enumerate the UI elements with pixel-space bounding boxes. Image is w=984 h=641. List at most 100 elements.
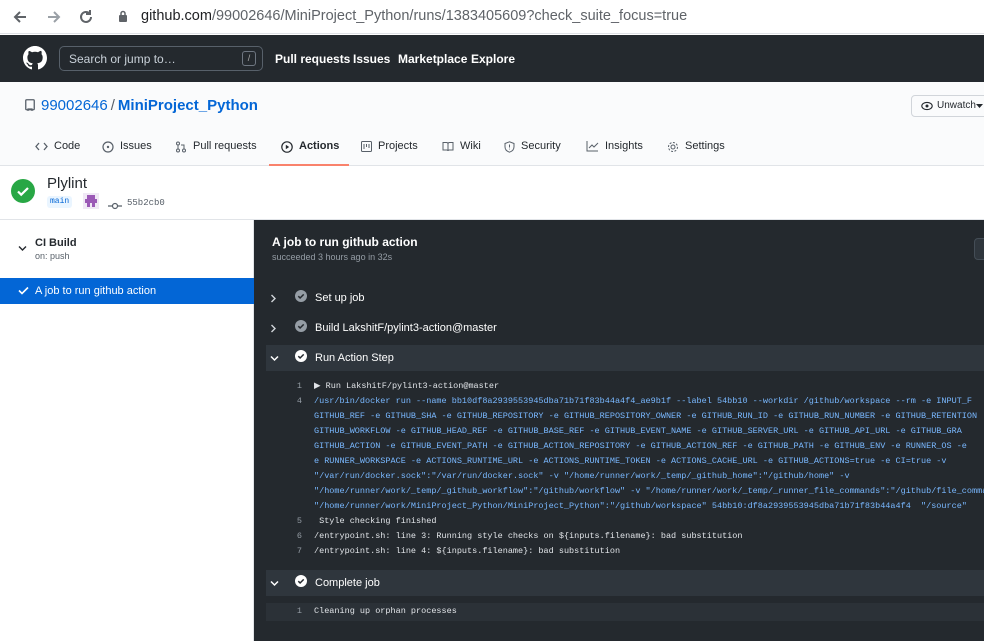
step-build[interactable]: Build LakshitF/pylint3-action@master — [266, 315, 984, 341]
url-host: github.com — [141, 8, 212, 24]
address-bar[interactable]: github.com/99002646/MiniProject_Python/r… — [141, 8, 687, 24]
graph-icon — [586, 141, 599, 152]
search-shortcut-key: / — [242, 51, 256, 66]
search-input[interactable]: Search or jump to… / — [59, 46, 263, 71]
forward-icon[interactable] — [42, 5, 66, 29]
play-icon — [281, 141, 293, 153]
tab-actions-label: Actions — [299, 140, 340, 152]
github-header: Search or jump to… / Pull requests Issue… — [0, 35, 984, 82]
tab-code-label: Code — [54, 140, 81, 152]
issue-icon — [102, 141, 114, 153]
tab-projects[interactable]: Projects — [361, 140, 418, 166]
url-path: /99002646/MiniProject_Python/runs/138340… — [211, 8, 688, 24]
repo-name-link[interactable]: MiniProject_Python — [118, 97, 258, 114]
sidebar-item-job[interactable]: A job to run github action — [0, 278, 254, 304]
github-logo-icon[interactable] — [23, 46, 47, 75]
tab-settings[interactable]: Settings — [667, 140, 725, 166]
chevron-down-icon — [270, 580, 284, 587]
log-line-number[interactable]: 1 — [264, 381, 304, 391]
log-line-text: "/home/runner/work/_temp/_github_workflo… — [314, 486, 984, 496]
branch-badge[interactable]: main — [47, 196, 73, 208]
avatar[interactable] — [83, 193, 99, 209]
code-icon — [35, 142, 48, 151]
nav-explore[interactable]: Explore — [471, 52, 515, 66]
tab-projects-label: Projects — [378, 140, 418, 152]
chevron-right-icon — [270, 324, 284, 333]
log-line-text: "/var/run/docker.sock":"/var/run/docker.… — [314, 471, 850, 481]
tab-wiki-label: Wiki — [460, 140, 481, 152]
job-title: A job to run github action — [272, 235, 418, 249]
log-line-number[interactable]: 1 — [264, 606, 304, 616]
chevron-right-icon — [270, 294, 284, 303]
step-label: Complete job — [315, 577, 380, 589]
tab-security-label: Security — [521, 140, 561, 152]
step-success-icon — [295, 574, 307, 592]
chevron-down-icon[interactable] — [18, 239, 27, 257]
tab-security[interactable]: Security — [504, 140, 561, 166]
sidebar-job-label: A job to run github action — [35, 285, 157, 297]
workflow-name[interactable]: CI Build — [35, 237, 77, 249]
pull-request-icon — [176, 141, 186, 153]
commit-sha[interactable]: 55b2cb0 — [127, 198, 165, 208]
log-settings-button[interactable] — [974, 238, 984, 260]
log-line-number[interactable]: 6 — [264, 531, 304, 541]
repo-separator: / — [110, 97, 115, 114]
shield-icon — [504, 141, 515, 153]
tab-insights[interactable]: Insights — [586, 140, 643, 166]
project-icon — [361, 141, 372, 152]
caret-down-icon — [976, 104, 983, 108]
log-line-text: e RUNNER_WORKSPACE -e ACTIONS_RUNTIME_UR… — [314, 456, 947, 466]
tab-code[interactable]: Code — [35, 140, 80, 166]
browser-toolbar: github.com/99002646/MiniProject_Python/r… — [0, 0, 984, 34]
tab-actions[interactable]: Actions — [269, 140, 349, 166]
step-label: Set up job — [315, 292, 365, 304]
repo-icon — [25, 99, 35, 117]
log-line-text: ▶ Run LakshitF/pylint3-action@master — [314, 381, 500, 391]
log-line-text: "/home/runner/work/MiniProject_Python/Mi… — [314, 501, 967, 511]
tab-issues-label: Issues — [120, 140, 152, 152]
reload-icon[interactable] — [74, 5, 98, 29]
step-success-icon — [295, 289, 307, 307]
tab-pull-requests-label: Pull requests — [193, 140, 257, 152]
nav-issues[interactable]: Issues — [353, 52, 390, 66]
gear-icon — [668, 142, 678, 152]
workflow-sidebar: CI Build on: push A job to run github ac… — [0, 220, 254, 641]
log-line-text: Cleaning up orphan processes — [314, 606, 457, 616]
eye-icon — [921, 101, 933, 111]
chevron-down-icon — [270, 355, 284, 362]
log-line-text: GITHUB_ACTION -e GITHUB_EVENT_PATH -e GI… — [314, 441, 967, 451]
tab-issues[interactable]: Issues — [102, 140, 152, 166]
search-placeholder: Search or jump to… — [69, 52, 176, 66]
log-line-number[interactable]: 7 — [264, 546, 304, 556]
back-icon[interactable] — [8, 5, 32, 29]
unwatch-button[interactable]: Unwatch — [911, 95, 984, 117]
log-line-text: /entrypoint.sh: line 3: Running style ch… — [314, 531, 743, 541]
log-line-number[interactable]: 4 — [264, 396, 304, 406]
step-set-up-job[interactable]: Set up job — [266, 285, 984, 311]
tab-wiki[interactable]: Wiki — [442, 140, 481, 166]
step-success-icon — [295, 319, 307, 337]
tab-settings-label: Settings — [685, 140, 725, 152]
log-line-text: GITHUB_REF -e GITHUB_SHA -e GITHUB_REPOS… — [314, 411, 978, 421]
repo-owner-link[interactable]: 99002646 — [41, 97, 108, 114]
nav-marketplace[interactable]: Marketplace — [398, 52, 467, 66]
success-check-icon — [11, 179, 35, 208]
run-header: Plylint main 55b2cb0 — [0, 166, 984, 220]
commit-icon — [108, 197, 122, 215]
tab-pull-requests[interactable]: Pull requests — [175, 140, 257, 166]
step-run-action[interactable]: Run Action Step — [266, 345, 984, 371]
step-label: Run Action Step — [315, 352, 394, 364]
log-line-text: GITHUB_WORKFLOW -e GITHUB_HEAD_REF -e GI… — [314, 426, 962, 436]
step-success-icon — [295, 349, 307, 367]
log-line-text: Style checking finished — [314, 516, 437, 526]
book-icon — [442, 142, 454, 152]
lock-icon[interactable] — [118, 10, 128, 28]
job-status: succeeded 3 hours ago in 32s — [272, 252, 393, 262]
log-line-text: /usr/bin/docker run --name bb10df8a29395… — [314, 396, 973, 406]
nav-pull-requests[interactable]: Pull requests — [275, 52, 350, 66]
run-title: Plylint — [47, 175, 88, 192]
log-line-number[interactable]: 5 — [264, 516, 304, 526]
log-line-text: /entrypoint.sh: line 4: ${inputs.filenam… — [314, 546, 621, 556]
unwatch-label: Unwatch — [937, 100, 976, 111]
step-complete-job[interactable]: Complete job — [266, 570, 984, 596]
